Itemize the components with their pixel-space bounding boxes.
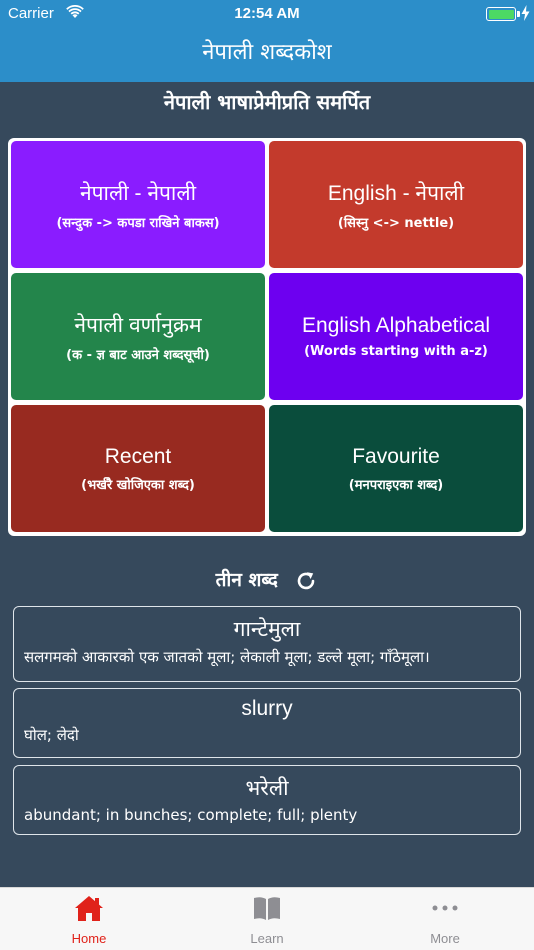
tab-label: More: [430, 931, 460, 946]
three-words-title: तीन शब्द: [215, 569, 278, 591]
tab-label: Home: [71, 931, 107, 946]
tab-home[interactable]: Home: [0, 888, 178, 950]
dictionary-menu-grid: नेपाली - नेपाली (सन्दुक -> कपडा राखिने ब…: [8, 138, 526, 536]
tile-subtitle: (Words starting with a-z): [304, 344, 488, 359]
nav-bar: नेपाली शब्दकोश: [0, 28, 534, 82]
word-definition: सलगमको आकारको एक जातको मूला; लेकाली मूला…: [24, 648, 430, 666]
tile-english-alphabetical[interactable]: English Alphabetical (Words starting wit…: [269, 273, 523, 400]
word-card[interactable]: slurry घोल; लेदो: [13, 688, 521, 758]
word-definition: abundant; in bunches; complete; full; pl…: [24, 806, 358, 824]
clock: 12:54 AM: [234, 5, 300, 22]
tile-favourite[interactable]: Favourite (मनपराइएका शब्द): [269, 405, 523, 532]
tile-nepali-nepali[interactable]: नेपाली - नेपाली (सन्दुक -> कपडा राखिने ब…: [11, 141, 265, 268]
tile-subtitle: (भर्खरै खोजिएका शब्द): [81, 477, 195, 493]
tile-title: English - नेपाली: [327, 181, 465, 205]
tab-learn[interactable]: Learn: [178, 888, 356, 950]
status-bar: Carrier 12:54 AM: [0, 0, 534, 28]
tile-title: English Alphabetical: [302, 314, 490, 337]
word-definition: घोल; लेदो: [24, 726, 79, 744]
home-icon: [75, 896, 103, 921]
tile-title: नेपाली - नेपाली: [79, 181, 197, 205]
tile-title: Recent: [104, 444, 172, 468]
more-icon: [432, 905, 458, 911]
tile-subtitle: (मनपराइएका शब्द): [348, 477, 444, 493]
tile-english-nepali[interactable]: English - नेपाली (सिस्नु <-> nettle): [269, 141, 523, 268]
tile-subtitle: (सिस्नु <-> nettle): [337, 215, 455, 231]
tab-more[interactable]: More: [356, 888, 534, 950]
word-title: भरेली: [245, 777, 289, 800]
tile-title: नेपाली वर्णानुक्रम: [74, 313, 202, 337]
tile-subtitle: (क - ज्ञ बाट आउने शब्दसूची): [66, 347, 210, 363]
battery-icon: [486, 7, 516, 21]
tile-recent[interactable]: Recent (भर्खरै खोजिएका शब्द): [11, 405, 265, 532]
three-words-header: तीन शब्द: [0, 566, 534, 593]
word-card[interactable]: गान्टेमुला सलगमको आकारको एक जातको मूला; …: [13, 606, 521, 682]
word-card[interactable]: भरेली abundant; in bunches; complete; fu…: [13, 765, 521, 835]
tile-subtitle: (सन्दुक -> कपडा राखिने बाकस): [56, 215, 220, 231]
word-title: गान्टेमुला: [233, 618, 301, 641]
dedication-subtitle: नेपाली भाषाप्रेमीप्रति समर्पित: [163, 90, 371, 114]
word-title: slurry: [241, 697, 293, 720]
battery-tip: [517, 11, 520, 17]
tab-label: Learn: [250, 931, 284, 946]
book-icon: [254, 897, 280, 920]
app-title: नेपाली शब्दकोश: [202, 40, 332, 65]
charging-icon: [521, 5, 530, 21]
tile-nepali-alphabetical[interactable]: नेपाली वर्णानुक्रम (क - ज्ञ बाट आउने शब्…: [11, 273, 265, 400]
tile-title: Favourite: [352, 444, 440, 468]
tab-bar: Home Learn More: [0, 887, 534, 950]
refresh-icon[interactable]: [294, 569, 318, 593]
